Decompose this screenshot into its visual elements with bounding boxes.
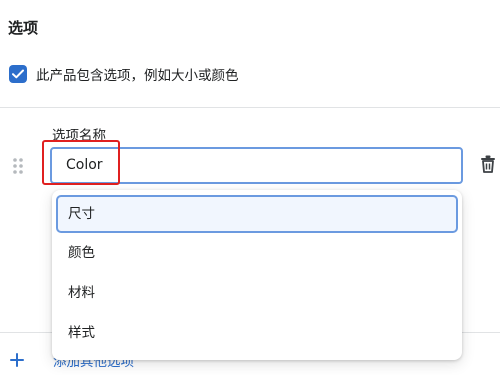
divider	[0, 107, 500, 108]
suggestion-item[interactable]: 材料	[56, 275, 458, 313]
suggestion-item[interactable]: 颜色	[56, 235, 458, 273]
plus-icon	[10, 353, 24, 367]
checkmark-icon	[12, 69, 24, 79]
highlight-annotation-box	[42, 140, 120, 185]
product-options-panel: 选项 此产品包含选项，例如大小或颜色 选项名称 Color 添加其他选项 尺寸 …	[0, 0, 500, 375]
has-options-checkbox[interactable]	[9, 65, 27, 83]
trash-icon[interactable]	[480, 155, 496, 173]
drag-handle-icon[interactable]	[11, 157, 25, 175]
has-options-label: 此产品包含选项，例如大小或颜色	[36, 68, 239, 84]
suggestion-item[interactable]: 样式	[56, 315, 458, 353]
suggestion-item[interactable]: 尺寸	[56, 195, 458, 233]
option-suggestions-dropdown: 尺寸 颜色 材料 样式	[52, 190, 462, 360]
section-title: 选项	[8, 19, 39, 37]
has-options-row[interactable]: 此产品包含选项，例如大小或颜色	[9, 64, 239, 84]
